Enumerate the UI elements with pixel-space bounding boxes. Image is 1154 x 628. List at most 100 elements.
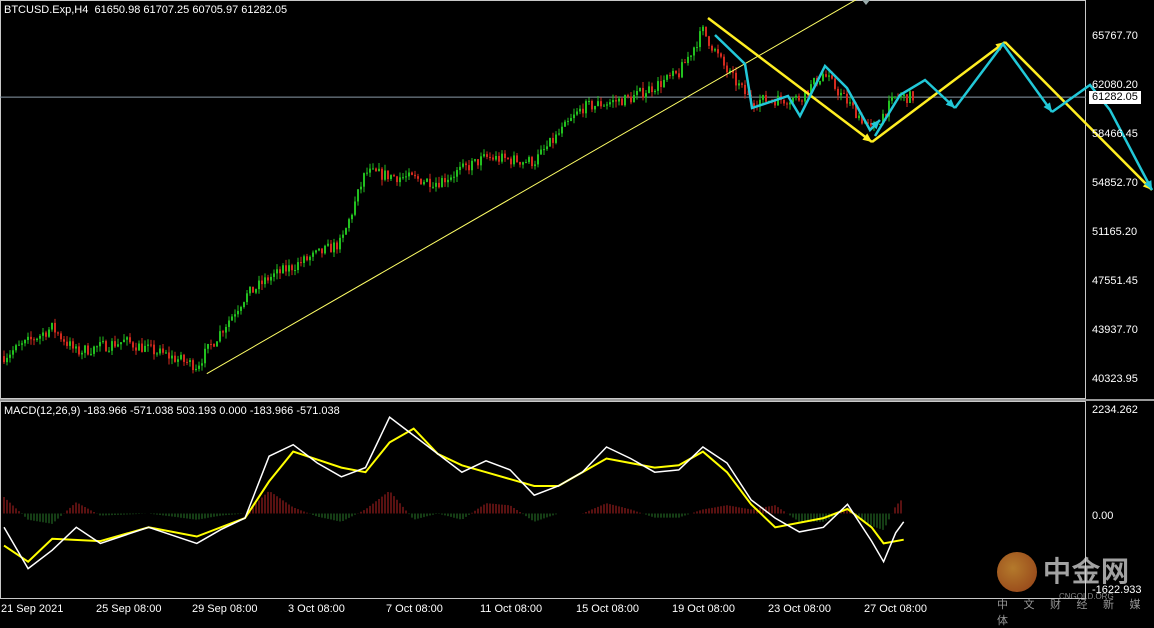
candle-body	[693, 47, 695, 56]
time-tick: 25 Sep 08:00	[96, 603, 162, 615]
candle-body	[309, 256, 311, 261]
candle-body	[300, 262, 302, 264]
candle-body	[117, 344, 119, 347]
candle-body	[795, 95, 797, 98]
candle-body	[141, 343, 143, 352]
candle-body	[9, 354, 11, 358]
trendline-anchor-icon	[862, 0, 870, 5]
candle-body	[123, 339, 125, 343]
candle-body	[906, 94, 908, 103]
candle-body	[363, 173, 365, 187]
candle-body	[150, 344, 152, 346]
candle-body	[846, 93, 848, 104]
macd-pane[interactable]: MACD(12,26,9) -183.966 -571.038 503.193 …	[0, 401, 1154, 599]
macd-tick: 2234.262	[1092, 404, 1138, 416]
candle-body	[576, 111, 578, 115]
price-tick: 58466.45	[1092, 128, 1138, 140]
candle-body	[450, 177, 452, 180]
time-axis: 21 Sep 2021 25 Sep 08:00 29 Sep 08:00 3 …	[0, 599, 1154, 621]
candle-body	[708, 36, 710, 46]
candle-body	[399, 177, 401, 183]
candle-body	[609, 102, 611, 105]
candle-body	[651, 86, 653, 93]
candle-body	[912, 91, 914, 101]
candle-body	[27, 336, 29, 341]
candle-body	[66, 341, 68, 346]
candle-body	[570, 118, 572, 121]
candle-body	[273, 273, 275, 277]
time-tick: 3 Oct 08:00	[288, 603, 345, 615]
candle-body	[153, 344, 155, 355]
candle-body	[834, 78, 836, 89]
candle-body	[54, 322, 56, 333]
candle-body	[69, 341, 71, 346]
candle-body	[555, 134, 557, 143]
time-tick: 23 Oct 08:00	[768, 603, 831, 615]
candle-body	[744, 84, 746, 95]
candle-body	[531, 157, 533, 167]
price-axis: 65767.70 62080.20 58466.45 54852.70 5116…	[1086, 0, 1154, 399]
candle-body	[87, 345, 89, 355]
candle-body	[486, 154, 488, 157]
price-chart-canvas[interactable]	[0, 0, 1154, 399]
candle-body	[699, 31, 701, 48]
candle-body	[231, 316, 233, 321]
candle-body	[468, 165, 470, 171]
macd-chart-canvas[interactable]	[0, 401, 1154, 599]
candle-body	[642, 87, 644, 98]
candle-body	[6, 357, 8, 363]
price-tick: 62080.20	[1092, 79, 1138, 91]
candle-body	[456, 170, 458, 177]
candle-body	[525, 162, 527, 164]
candle-body	[603, 105, 605, 107]
candle-body	[294, 270, 296, 272]
candle-body	[606, 104, 608, 106]
candle-body	[60, 333, 62, 340]
candle-body	[420, 178, 422, 185]
candle-body	[714, 49, 716, 51]
candle-body	[837, 88, 839, 96]
candle-body	[612, 100, 614, 103]
time-tick: 27 Oct 08:00	[864, 603, 927, 615]
projection-arrow-down-1	[707, 17, 873, 143]
candle-body	[492, 157, 494, 160]
candle-body	[477, 159, 479, 166]
candle-body	[552, 137, 554, 143]
candle-body	[264, 277, 266, 285]
candle-body	[222, 331, 224, 333]
candle-body	[369, 168, 371, 173]
price-tick: 54852.70	[1092, 177, 1138, 189]
candle-body	[312, 252, 314, 257]
candle-body	[561, 126, 563, 134]
candle-body	[621, 98, 623, 106]
candle-body	[234, 314, 236, 317]
candle-body	[627, 95, 629, 97]
brand-logo-icon	[997, 552, 1037, 592]
price-chart-pane[interactable]: BTCUSD.Exp,H4 61650.98 61707.25 60705.97…	[0, 0, 1154, 399]
candle-body	[843, 92, 845, 94]
candle-body	[240, 306, 242, 311]
candle-body	[831, 75, 833, 79]
candle-body	[396, 176, 398, 183]
candle-body	[483, 154, 485, 157]
candle-body	[108, 350, 110, 352]
candle-body	[18, 344, 20, 346]
candle-body	[378, 168, 380, 172]
candle-body	[306, 256, 308, 261]
candle-body	[45, 332, 47, 337]
candle-body	[111, 341, 113, 351]
candle-body	[498, 155, 500, 162]
candle-body	[516, 155, 518, 163]
candle-body	[321, 248, 323, 254]
candle-body	[390, 175, 392, 180]
candle-body	[135, 347, 137, 351]
candle-body	[660, 81, 662, 88]
candle-body	[330, 243, 332, 253]
candle-body	[441, 178, 443, 188]
candle-body	[393, 175, 395, 177]
candle-body	[588, 101, 590, 103]
candle-body	[465, 163, 467, 166]
candle-body	[786, 103, 788, 105]
candle-body	[624, 95, 626, 106]
candle-body	[654, 90, 656, 93]
